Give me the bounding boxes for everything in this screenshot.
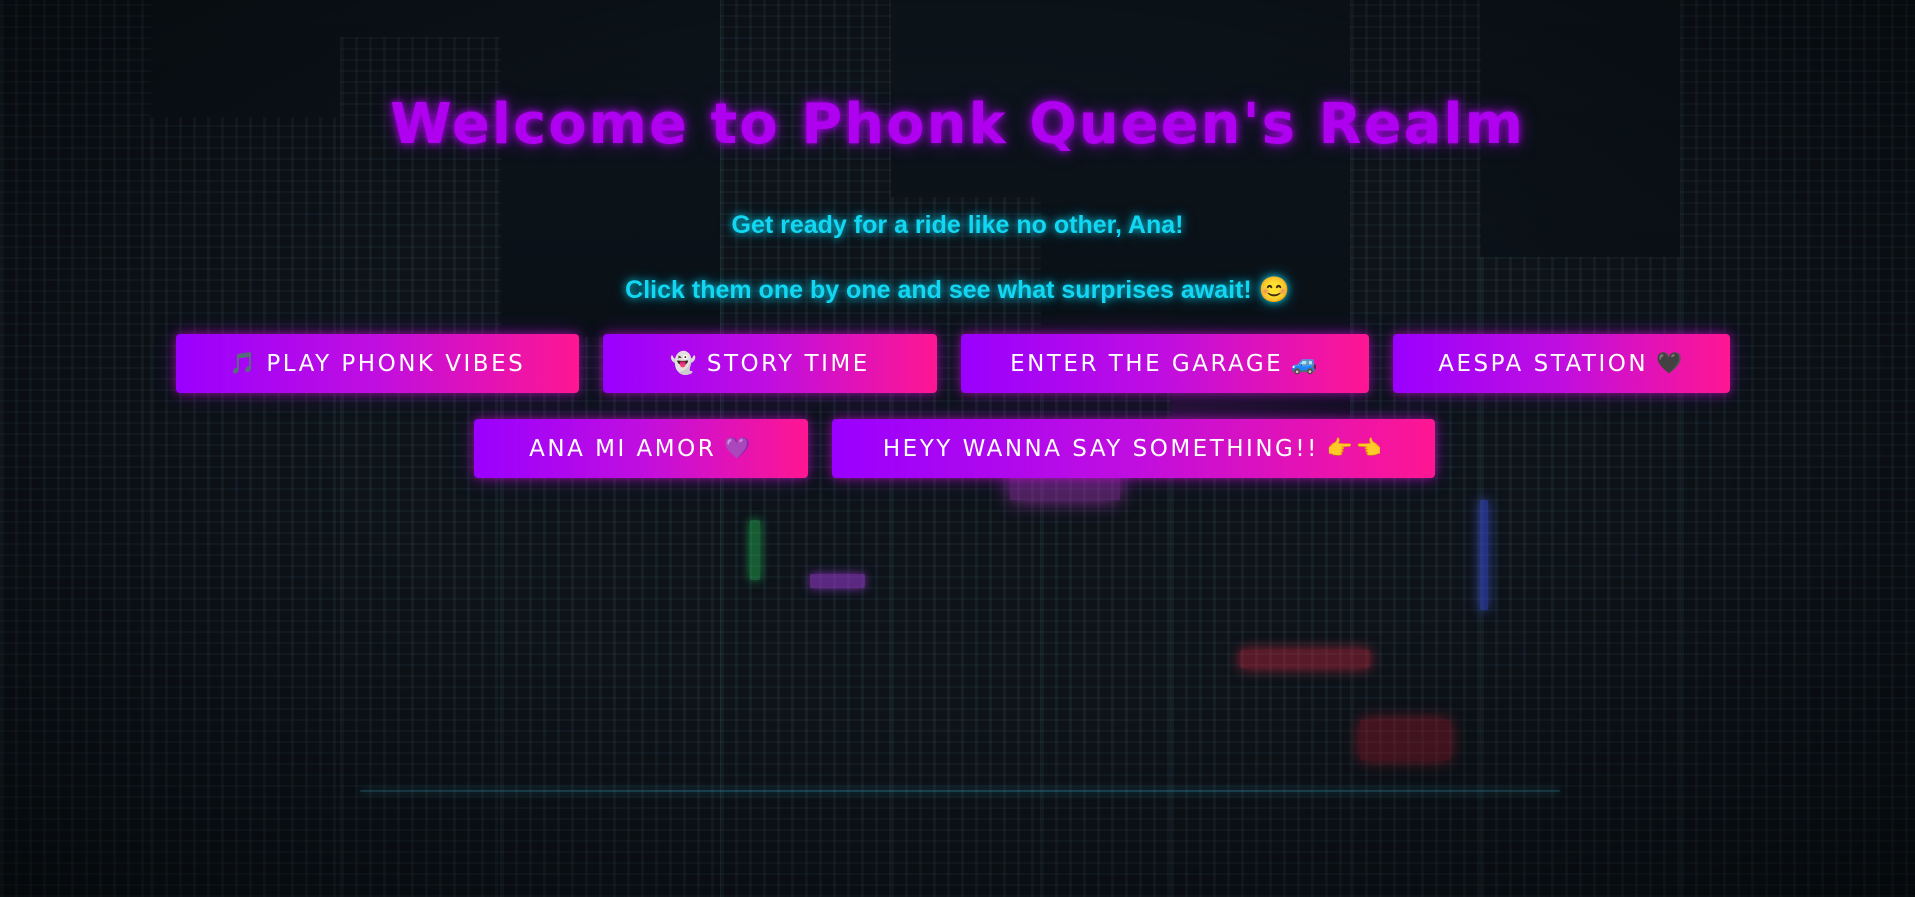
button-label: HEYY WANNA SAY SOMETHING!! <box>882 435 1319 462</box>
pointing-fingers-icon: 👉👈 <box>1326 436 1385 460</box>
ana-mi-amor-button[interactable]: ANA MI AMOR 💜 <box>474 419 808 478</box>
button-label: ANA MI AMOR <box>529 435 717 462</box>
black-heart-icon: 🖤 <box>1656 351 1685 375</box>
aespa-station-button[interactable]: AESPA STATION 🖤 <box>1393 334 1730 393</box>
button-label: STORY TIME <box>706 350 870 377</box>
car-icon: 🚙 <box>1291 351 1320 375</box>
say-something-button[interactable]: HEYY WANNA SAY SOMETHING!! 👉👈 <box>832 419 1435 478</box>
main-content: Welcome to Phonk Queen's Realm Get ready… <box>0 0 1915 897</box>
page-title: Welcome to Phonk Queen's Realm <box>390 92 1525 157</box>
button-row-top: 🎵 PLAY PHONK VIBES 👻 STORY TIME ENTER TH… <box>176 334 1730 393</box>
button-label: PLAY PHONK VIBES <box>266 350 526 377</box>
button-label: AESPA STATION <box>1438 350 1649 377</box>
instruction-text: Click them one by one and see what surpr… <box>625 276 1290 304</box>
purple-heart-icon: 💜 <box>724 436 753 460</box>
enter-the-garage-button[interactable]: ENTER THE GARAGE 🚙 <box>961 334 1369 393</box>
play-phonk-vibes-button[interactable]: 🎵 PLAY PHONK VIBES <box>176 334 579 393</box>
greeting-text: Get ready for a ride like no other, Ana! <box>731 211 1184 239</box>
story-time-button[interactable]: 👻 STORY TIME <box>603 334 937 393</box>
music-note-icon: 🎵 <box>229 351 259 375</box>
button-label: ENTER THE GARAGE <box>1010 350 1284 377</box>
button-row-bottom: ANA MI AMOR 💜 HEYY WANNA SAY SOMETHING!!… <box>474 419 1435 478</box>
ghost-icon: 👻 <box>670 351 699 375</box>
